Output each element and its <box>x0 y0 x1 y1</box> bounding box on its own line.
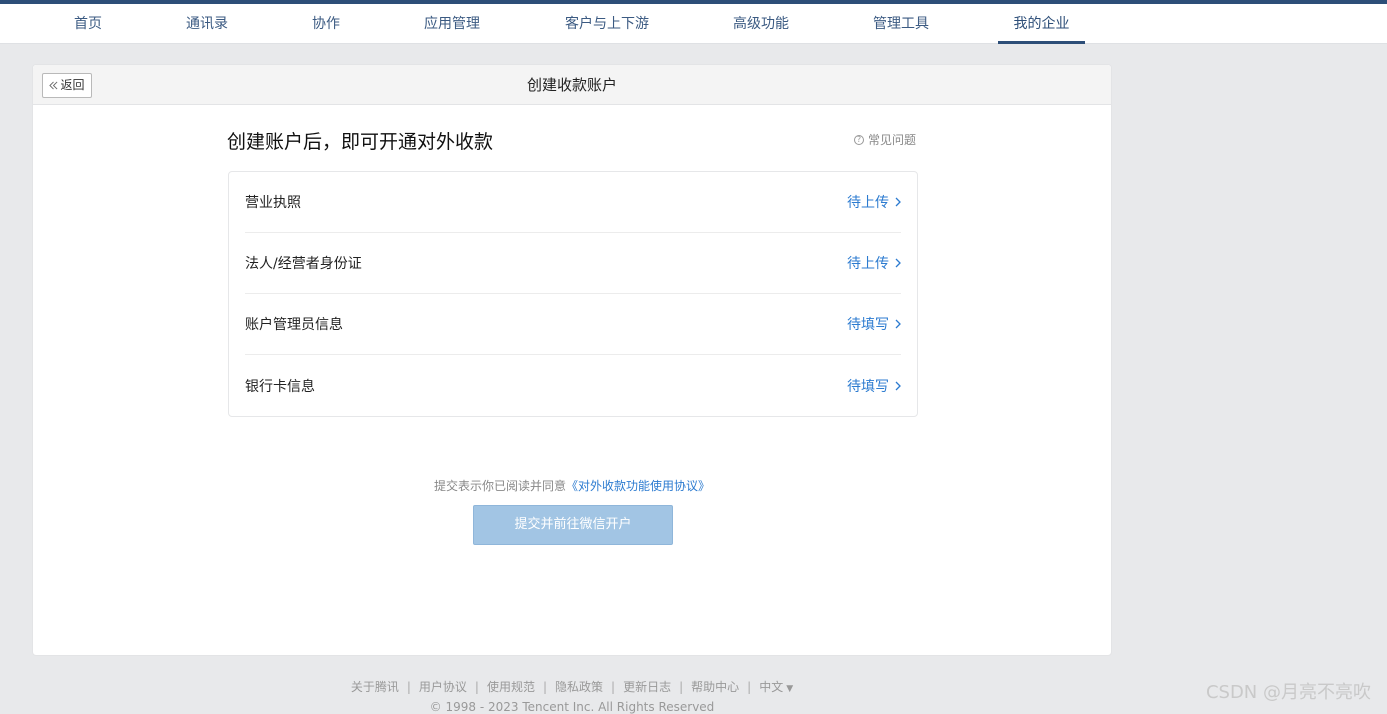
list-item-bank-card[interactable]: 银行卡信息 待填写 <box>245 355 901 416</box>
footer-link-usage-rules[interactable]: 使用规范 <box>487 680 535 694</box>
list-item-admin-info[interactable]: 账户管理员信息 待填写 <box>245 294 901 355</box>
nav-my-enterprise[interactable]: 我的企业 <box>998 4 1085 44</box>
faq-link[interactable]: ? 常见问题 <box>853 131 916 148</box>
footer-link-privacy[interactable]: 隐私政策 <box>555 680 603 694</box>
list-item-label: 法人/经营者身份证 <box>245 256 362 272</box>
section-headline: 创建账户后，即可开通对外收款 <box>227 131 494 153</box>
language-selector[interactable]: 中文 ▼ <box>759 680 793 694</box>
nav-home[interactable]: 首页 <box>68 4 108 44</box>
footer-link-changelog[interactable]: 更新日志 <box>623 680 671 694</box>
panel-header: 返回 创建收款账户 <box>33 65 1111 105</box>
caret-down-icon: ▼ <box>786 684 794 694</box>
list-item-business-license[interactable]: 营业执照 待上传 <box>245 172 901 233</box>
nav-management-tools[interactable]: 管理工具 <box>868 4 934 44</box>
list-item-label: 账户管理员信息 <box>245 317 343 333</box>
footer-separator: | <box>747 680 752 694</box>
list-item-label: 营业执照 <box>245 195 301 211</box>
nav-contacts[interactable]: 通讯录 <box>182 4 232 44</box>
list-item-status: 待上传 <box>847 253 901 273</box>
list-item-status: 待上传 <box>847 192 901 212</box>
footer-separator: | <box>474 680 479 694</box>
nav-advanced-features[interactable]: 高级功能 <box>728 4 794 44</box>
list-item-label: 银行卡信息 <box>245 378 315 395</box>
footer-separator: | <box>542 680 548 694</box>
list-item-legal-id[interactable]: 法人/经营者身份证 待上传 <box>245 233 901 294</box>
chevron-right-icon <box>895 319 901 329</box>
footer-link-help[interactable]: 帮助中心 <box>691 680 739 694</box>
footer-separator: | <box>679 680 684 694</box>
submit-button[interactable]: 提交并前往微信开户 <box>473 505 673 545</box>
agreement-prefix: 提交表示你已阅读并同意 <box>433 479 566 493</box>
requirements-card: 营业执照 待上传 法人/经营者身份证 待上传 账户管理员信息 待填写 银行卡信息… <box>228 171 918 417</box>
page-title: 创建收款账户 <box>526 76 617 94</box>
copyright: © 1998 - 2023 Tencent Inc. All Rights Re… <box>429 700 715 714</box>
question-icon: ? <box>853 134 864 145</box>
footer-separator: | <box>611 680 616 694</box>
faq-label: 常见问题 <box>867 133 916 147</box>
watermark: CSDN @月亮不亮吹 <box>1205 682 1371 703</box>
footer-link-about[interactable]: 关于腾讯 <box>351 680 399 694</box>
footer-separator: | <box>406 680 411 694</box>
top-navigation: 首页 通讯录 协作 应用管理 客户与上下游 高级功能 管理工具 我的企业 <box>0 4 1387 44</box>
chevron-right-icon <box>895 197 901 207</box>
list-item-status: 待填写 <box>847 314 901 334</box>
create-account-panel: 返回 创建收款账户 创建账户后，即可开通对外收款 ? 常见问题 营业执照 待上传… <box>32 64 1112 656</box>
footer-links: 关于腾讯 | 用户协议 | 使用规范 | 隐私政策 | 更新日志 | 帮助中心 | 中文 ▼ <box>0 678 1144 695</box>
list-item-status: 待填写 <box>847 376 901 396</box>
agreement-text: 提交表示你已阅读并同意《对外收款功能使用协议》 <box>33 477 1111 494</box>
footer-link-user-agreement[interactable]: 用户协议 <box>419 680 467 694</box>
agreement-link[interactable]: 《对外收款功能使用协议》 <box>566 479 710 493</box>
chevron-right-icon <box>895 258 901 268</box>
nav-app-management[interactable]: 应用管理 <box>420 4 484 44</box>
nav-customers-partners[interactable]: 客户与上下游 <box>560 4 654 44</box>
nav-collaboration[interactable]: 协作 <box>306 4 346 44</box>
chevron-right-icon <box>895 381 901 390</box>
